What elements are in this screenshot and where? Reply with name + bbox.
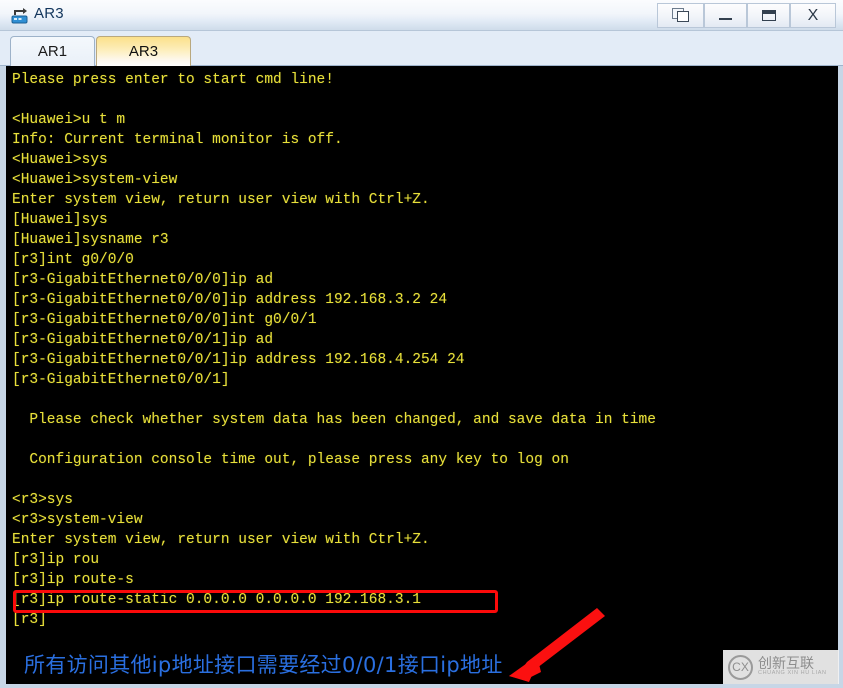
watermark-name-cn: 创新互联	[758, 655, 814, 672]
restore-all-button[interactable]	[657, 3, 704, 28]
window-title: AR3	[34, 5, 64, 22]
restore-windows-icon	[671, 8, 690, 23]
close-button[interactable]: X	[790, 3, 836, 28]
chinese-note-annotation: 所有访问其他ip地址接口需要经过0/0/1接口ip地址	[24, 653, 503, 677]
tab-ar3[interactable]: AR3	[96, 36, 191, 66]
watermark-name-pinyin: CHUANG XIN HU LIAN	[758, 670, 827, 677]
watermark: CX 创新互联 CHUANG XIN HU LIAN	[723, 650, 839, 684]
minimize-button[interactable]	[704, 3, 747, 28]
console-output: Please press enter to start cmd line! <H…	[12, 72, 656, 628]
watermark-texts: 创新互联 CHUANG XIN HU LIAN	[758, 657, 827, 677]
watermark-logo-icon: CX	[728, 654, 753, 680]
tab-strip: AR1 AR3	[0, 31, 843, 66]
ar3-console-window: AR3 X AR1 AR3 Please press enter to star…	[0, 0, 843, 688]
close-icon: X	[807, 6, 819, 24]
minimize-icon	[719, 18, 732, 20]
tab-ar1[interactable]: AR1	[10, 36, 95, 66]
title-bar: AR3 X	[0, 0, 843, 31]
tab-ar3-label: AR3	[128, 43, 159, 60]
maximize-button[interactable]	[747, 3, 790, 28]
router-icon	[10, 6, 29, 25]
tab-ar1-label: AR1	[37, 43, 68, 60]
terminal-screen[interactable]: Please press enter to start cmd line! <H…	[6, 66, 838, 684]
maximize-icon	[761, 10, 776, 21]
terminal-frame: Please press enter to start cmd line! <H…	[0, 66, 843, 688]
